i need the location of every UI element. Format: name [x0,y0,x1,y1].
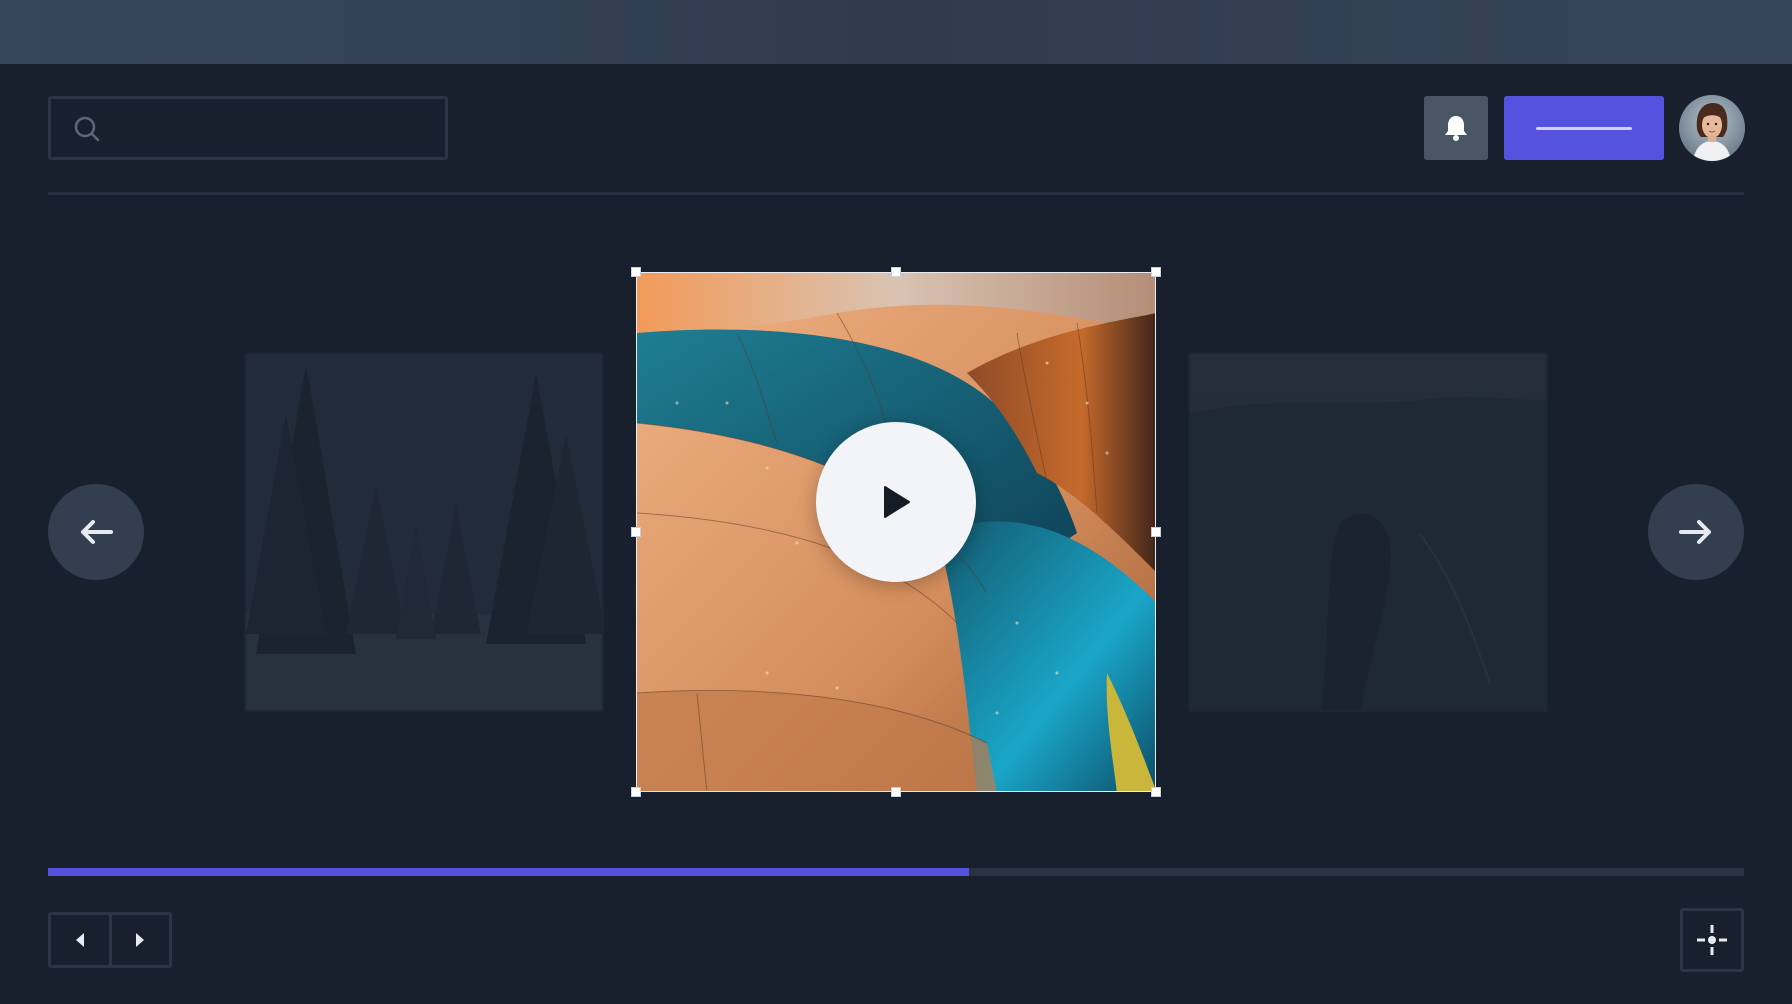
dark-landscape-image [1190,354,1546,710]
search-box[interactable] [48,96,448,160]
resize-handle-top[interactable] [891,267,901,277]
progress-fill [48,868,969,876]
resize-handle-right[interactable] [1151,527,1161,537]
search-icon [74,116,100,142]
primary-action-button[interactable] [1504,96,1664,160]
previous-slide-thumbnail[interactable] [244,352,604,712]
resize-handle-bottom-right[interactable] [1151,787,1161,797]
resize-handle-top-right[interactable] [1151,267,1161,277]
arrow-right-icon [1679,520,1711,544]
progress-bar[interactable] [48,868,1744,876]
play-icon [884,486,910,518]
arrow-left-icon [81,520,113,544]
top-banner [0,0,1792,64]
pager-prev-button[interactable] [51,915,109,965]
next-slide-button[interactable] [1648,484,1744,580]
user-portrait [1679,95,1745,161]
resize-handle-left[interactable] [631,527,641,537]
resize-handle-top-left[interactable] [631,267,641,277]
header-divider [48,192,1744,195]
bell-icon [1445,116,1467,141]
notifications-button[interactable] [1424,96,1488,160]
next-slide-thumbnail[interactable] [1188,352,1548,712]
resize-handle-bottom[interactable] [891,787,901,797]
caret-left-icon [75,933,84,947]
pager-controls [48,912,172,968]
previous-slide-button[interactable] [48,484,144,580]
crosshair-icon [1697,925,1727,955]
resize-handle-bottom-left[interactable] [631,787,641,797]
search-input[interactable] [115,99,439,159]
caret-right-icon [136,933,145,947]
play-button[interactable] [816,422,976,582]
snowy-forest-image [246,354,602,710]
pager-next-button[interactable] [112,915,170,965]
button-label-placeholder [1536,126,1632,130]
recenter-button[interactable] [1680,908,1744,972]
avatar[interactable] [1679,95,1745,161]
